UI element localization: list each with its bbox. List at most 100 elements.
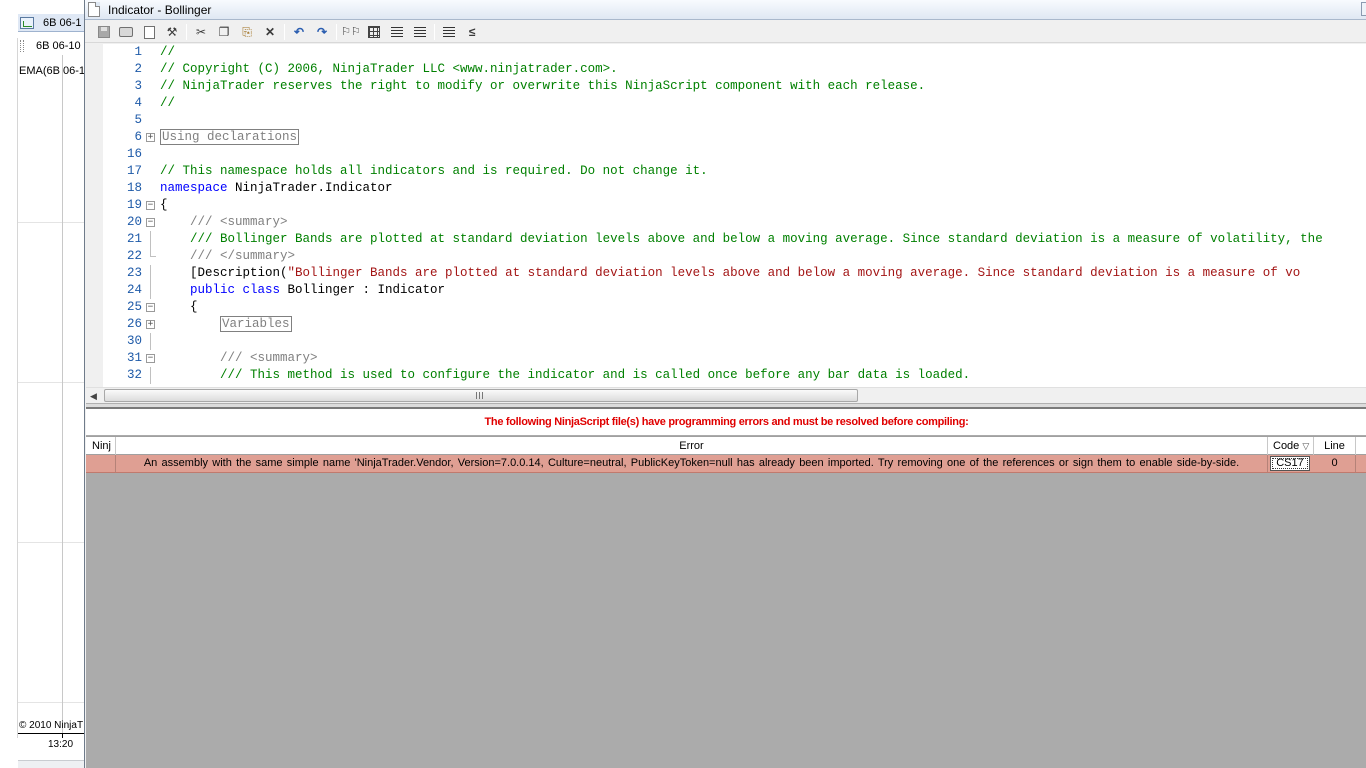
scroll-left-icon[interactable]: ◀ <box>90 391 97 402</box>
find-icon[interactable]: ⚐⚐ <box>341 23 361 41</box>
collapse-icon[interactable]: − <box>146 201 155 210</box>
expand-icon[interactable]: + <box>146 320 155 329</box>
chart-border <box>17 38 18 738</box>
code-line[interactable]: 32 /// This method is used to configure … <box>86 367 1366 384</box>
code-line[interactable]: 20− /// <summary> <box>86 214 1366 231</box>
paste-icon[interactable]: ⎘ <box>238 23 256 41</box>
uncomment-icon[interactable]: ≤ <box>463 23 481 41</box>
code-line[interactable]: 5 <box>86 112 1366 129</box>
chart-scrollbar[interactable] <box>18 760 84 768</box>
code-token: "Bollinger Bands are plotted at standard… <box>287 266 1301 280</box>
code-line[interactable]: 23 [Description("Bollinger Bands are plo… <box>86 265 1366 282</box>
background-chart-window: 6B 06-1 6B 06-10 EMA(6B 06-1 © 2010 Ninj… <box>0 0 86 768</box>
instrument-selector[interactable]: 6B 06-10 <box>36 40 81 52</box>
collapse-icon[interactable]: − <box>146 218 155 227</box>
grid-line <box>18 542 84 543</box>
code-line[interactable]: 18 namespace NinjaTrader.Indicator <box>86 180 1366 197</box>
code-token: // NinjaTrader reserves the right to mod… <box>160 79 926 93</box>
code-line[interactable]: 17 // This namespace holds all indicators… <box>86 163 1366 180</box>
collapsed-region[interactable]: Variables <box>220 316 292 332</box>
code-text: // <box>160 95 175 112</box>
code-line[interactable]: 16 <box>86 146 1366 163</box>
comment-icon[interactable] <box>440 23 458 41</box>
scrollbar-thumb[interactable] <box>104 389 858 402</box>
save-icon[interactable] <box>95 23 113 41</box>
code-token: // This namespace holds all indicators a… <box>160 164 708 178</box>
code-line[interactable]: 25− { <box>86 299 1366 316</box>
code-line[interactable]: 21 /// Bollinger Bands are plotted at st… <box>86 231 1366 248</box>
code-text: public class Bollinger : Indicator <box>160 282 445 299</box>
code-line[interactable]: 24 public class Bollinger : Indicator <box>86 282 1366 299</box>
print-preview-icon[interactable] <box>140 23 158 41</box>
code-line[interactable]: 6 + Using declarations <box>86 129 1366 146</box>
toolbar-separator <box>284 24 285 40</box>
chart-instrument-toolbar: 6B 06-10 <box>18 37 84 55</box>
line-number: 20 <box>126 215 142 229</box>
line-number: 26 <box>126 317 142 331</box>
toolbar-separator <box>186 24 187 40</box>
code-text: /// This method is used to configure the… <box>160 367 970 384</box>
indent-icon[interactable] <box>388 23 406 41</box>
code-line[interactable]: 3 // NinjaTrader reserves the right to mo… <box>86 78 1366 95</box>
find-replace-icon[interactable] <box>365 23 383 41</box>
chart-icon <box>20 16 34 29</box>
code-text: namespace NinjaTrader.Indicator <box>160 180 393 197</box>
error-row[interactable]: An assembly with the same simple name 'N… <box>86 455 1366 473</box>
document-icon <box>88 2 100 17</box>
code-line[interactable]: 26 + Variables <box>86 316 1366 333</box>
line-number: 4 <box>134 96 142 110</box>
outdent-icon[interactable] <box>411 23 429 41</box>
window-control-button[interactable] <box>1361 2 1366 16</box>
error-row-code[interactable]: CS17 <box>1270 456 1310 471</box>
code-token: { <box>160 300 198 314</box>
code-editor[interactable]: 1 // 2 // Copyright (C) 2006, NinjaTrader L… <box>86 44 1366 387</box>
column-header-error[interactable]: Error <box>116 437 1268 455</box>
grid-line <box>18 382 84 383</box>
code-text: /// <summary> <box>160 214 288 231</box>
fold-guide <box>150 367 151 384</box>
line-number: 31 <box>126 351 142 365</box>
code-line[interactable]: 31− /// <summary> <box>86 350 1366 367</box>
collapse-icon[interactable]: − <box>146 354 155 363</box>
code-token: { <box>160 198 168 212</box>
print-icon[interactable] <box>117 23 135 41</box>
code-line[interactable]: 30 <box>86 333 1366 350</box>
code-line[interactable]: 1 // <box>86 44 1366 61</box>
indicator-label: EMA(6B 06-1 <box>19 65 86 77</box>
code-line[interactable]: 22 /// </summary> <box>86 248 1366 265</box>
line-number: 30 <box>126 334 142 348</box>
title-bar[interactable]: Indicator - Bollinger <box>85 0 1366 20</box>
code-line[interactable]: 4 // <box>86 95 1366 112</box>
chart-tab[interactable]: 6B 06-1 <box>18 14 84 32</box>
line-number: 25 <box>126 300 142 314</box>
fold-guide <box>150 282 151 299</box>
time-axis-label: 13:20 <box>48 739 74 750</box>
error-grid-header: Ninj Error Code ▽ Line <box>86 436 1366 455</box>
undo-icon[interactable]: ↶ <box>290 23 308 41</box>
sort-indicator-icon: ▽ <box>1302 441 1310 451</box>
line-number: 24 <box>126 283 142 297</box>
chart-copyright: © 2010 NinjaT <box>19 720 84 731</box>
toolbar-grip-icon[interactable] <box>20 40 24 52</box>
column-header-line[interactable]: Line <box>1314 437 1356 455</box>
copy-icon[interactable]: ❐ <box>215 23 233 41</box>
code-line[interactable]: 2 // Copyright (C) 2006, NinjaTrader LLC … <box>86 61 1366 78</box>
page-setup-icon[interactable]: ⚒ <box>163 23 181 41</box>
code-token: // Copyright (C) 2006, NinjaTrader LLC <… <box>160 62 618 76</box>
column-header-code[interactable]: Code ▽ <box>1268 437 1314 455</box>
delete-icon[interactable]: ✕ <box>261 23 279 41</box>
code-text: /// Bollinger Bands are plotted at stand… <box>160 231 1323 248</box>
error-row-line: 0 <box>1314 455 1356 472</box>
code-line[interactable]: 19−{ <box>86 197 1366 214</box>
collapsed-region[interactable]: Using declarations <box>160 129 300 145</box>
expand-icon[interactable]: + <box>146 133 155 142</box>
redo-icon[interactable]: ↷ <box>313 23 331 41</box>
code-text: /// <summary> <box>160 350 318 367</box>
cut-icon[interactable]: ✂ <box>192 23 210 41</box>
collapse-icon[interactable]: − <box>146 303 155 312</box>
horizontal-scrollbar[interactable]: ◀ <box>86 387 1366 403</box>
code-text: // NinjaTrader reserves the right to mod… <box>160 78 925 95</box>
code-text: // This namespace holds all indicators a… <box>160 163 708 180</box>
column-header-ninja[interactable]: Ninj <box>86 437 116 455</box>
code-text: // Copyright (C) 2006, NinjaTrader LLC <… <box>160 61 618 78</box>
